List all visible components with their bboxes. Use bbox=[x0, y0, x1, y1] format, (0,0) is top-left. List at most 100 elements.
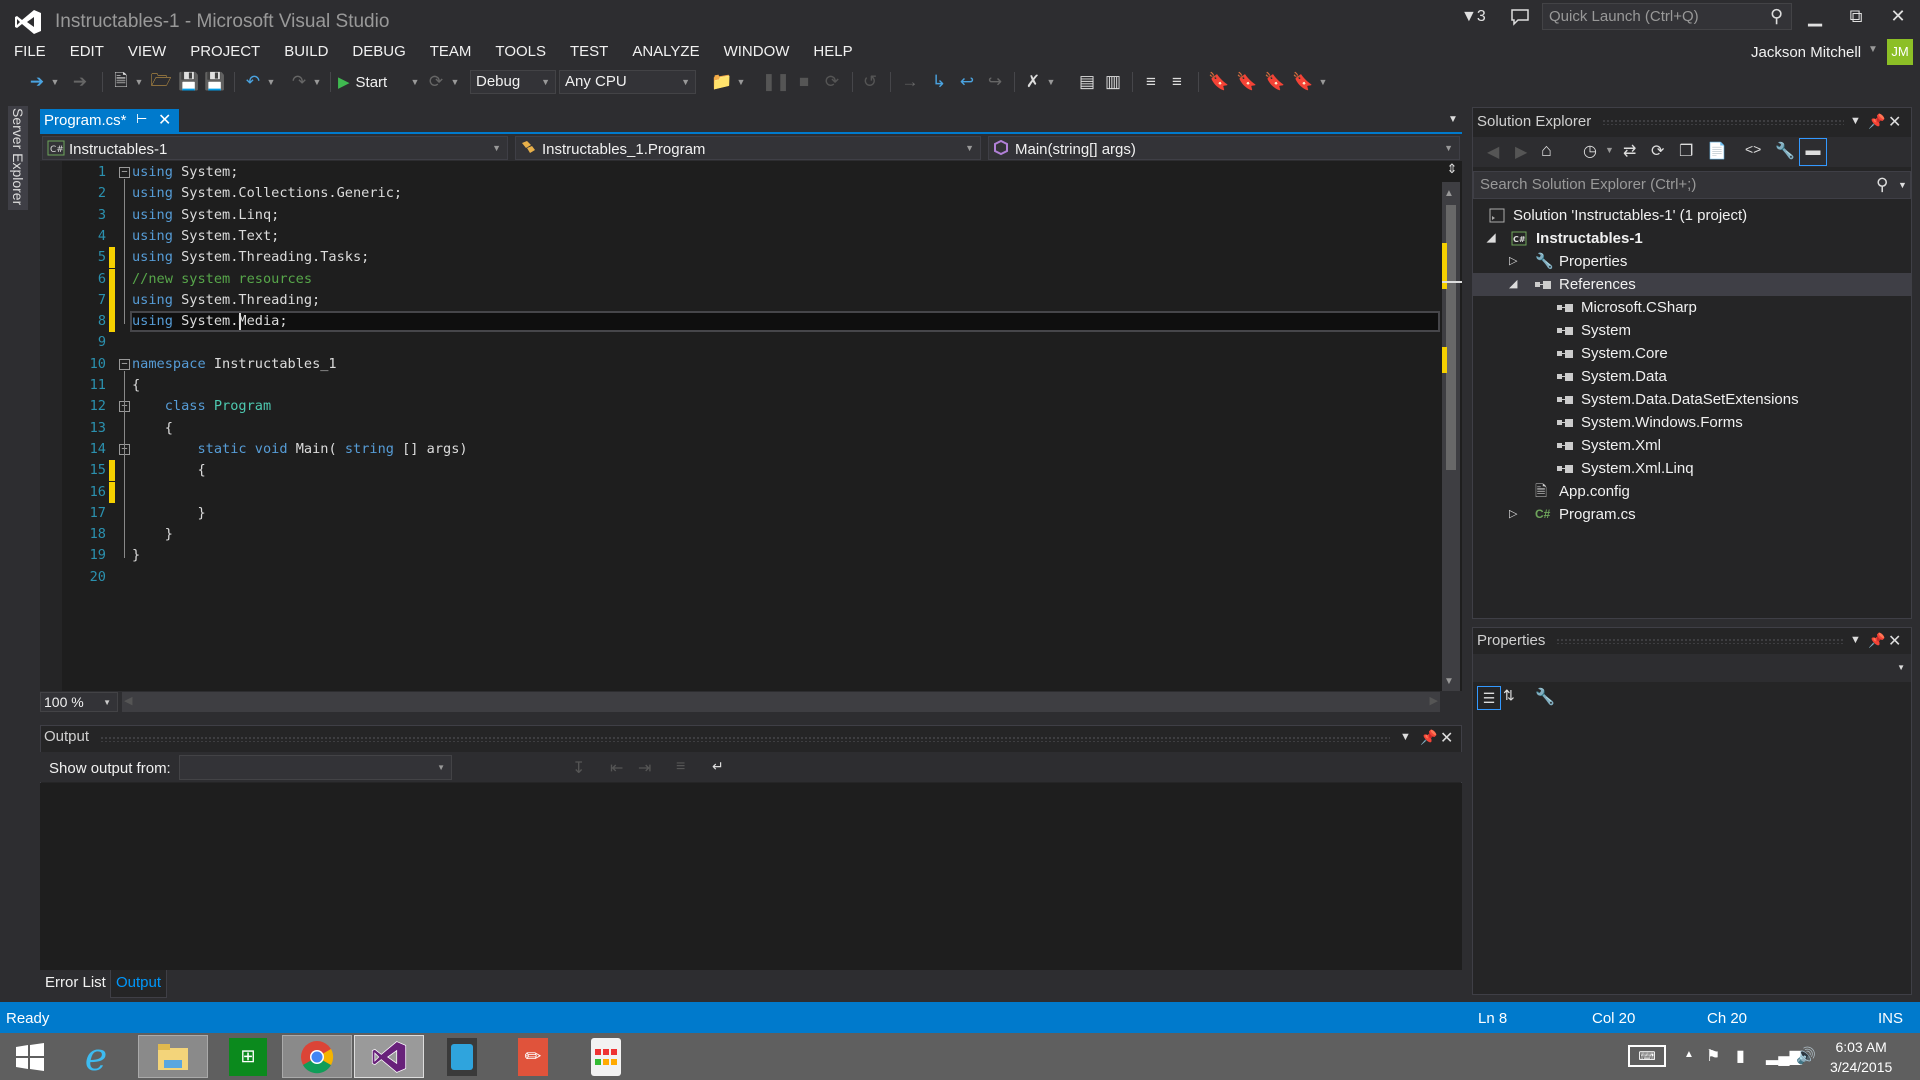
chevron-down-icon[interactable]: ▼ bbox=[50, 68, 60, 96]
refresh-icon[interactable]: ⟳ bbox=[426, 68, 446, 96]
tree-item-solution[interactable]: Solution 'Instructables-1' (1 project) bbox=[1473, 204, 1911, 227]
show-hidden-icons-icon[interactable]: ▲ bbox=[1684, 1049, 1694, 1060]
previous-message-icon[interactable]: ⇤ bbox=[610, 758, 623, 778]
tree-item-reference[interactable]: System.Data bbox=[1473, 365, 1911, 388]
tree-item-program-cs[interactable]: ▷ C# Program.cs bbox=[1473, 503, 1911, 526]
quick-launch-input[interactable]: Quick Launch (Ctrl+Q) bbox=[1542, 3, 1792, 30]
alphabetical-sort-icon[interactable]: ⇅ bbox=[1503, 687, 1515, 704]
toggle-word-wrap-icon[interactable]: ↵ bbox=[712, 758, 724, 775]
menu-build[interactable]: BUILD bbox=[270, 42, 338, 62]
window-position-icon[interactable]: ▼ bbox=[1400, 731, 1411, 743]
collapsed-triangle-icon[interactable]: ▷ bbox=[1509, 250, 1517, 273]
code-line[interactable]: 8 using System.Media; bbox=[0, 311, 1440, 333]
close-window-button[interactable]: ✕ bbox=[1880, 6, 1916, 30]
code-line[interactable]: 19} bbox=[0, 545, 1400, 566]
code-line[interactable]: 3 using System.Linq; bbox=[0, 205, 1400, 226]
sync-with-active-document-icon[interactable]: ⇄ bbox=[1623, 141, 1636, 161]
outdent-icon[interactable]: ≡ bbox=[1166, 68, 1188, 96]
show-output-from-select[interactable]: ▼ bbox=[179, 755, 452, 780]
step-over-icon[interactable]: ↩ bbox=[956, 68, 978, 96]
menu-debug[interactable]: DEBUG bbox=[338, 42, 415, 62]
collapse-all-icon[interactable]: ❐ bbox=[1679, 141, 1693, 161]
horizontal-scrollbar[interactable]: ◀ ▶ bbox=[122, 692, 1440, 712]
properties-object-select[interactable]: ▼ bbox=[1473, 654, 1911, 682]
open-file-icon[interactable]: 🗁 bbox=[150, 68, 172, 96]
windows-store-taskbar-icon[interactable]: ⊞ bbox=[222, 1035, 274, 1078]
solution-explorer-search-input[interactable]: Search Solution Explorer (Ctrl+;) bbox=[1473, 171, 1911, 199]
system-clock[interactable]: 6:03 AM 3/24/2015 bbox=[1830, 1037, 1892, 1077]
tree-item-reference[interactable]: System.Xml.Linq bbox=[1473, 457, 1911, 480]
save-all-icon[interactable]: 💾 bbox=[204, 68, 226, 96]
menu-help[interactable]: HELP bbox=[799, 42, 862, 62]
start-button[interactable] bbox=[4, 1035, 56, 1078]
pending-changes-filter-icon[interactable]: ◷ bbox=[1583, 141, 1597, 161]
feedback-icon[interactable] bbox=[1510, 8, 1530, 26]
minimize-button[interactable]: ▁ bbox=[1797, 6, 1833, 30]
collapsed-triangle-icon[interactable]: ▷ bbox=[1509, 503, 1517, 526]
code-line[interactable]: 16 bbox=[0, 481, 1400, 503]
navigate-forward-icon[interactable]: ➔ bbox=[70, 68, 90, 96]
stop-icon[interactable]: ■ bbox=[794, 68, 814, 96]
close-icon[interactable]: ✕ bbox=[158, 110, 171, 130]
code-line[interactable]: 18 } bbox=[0, 524, 1400, 545]
code-line[interactable]: 11 { bbox=[0, 375, 1400, 396]
tree-item-reference[interactable]: System bbox=[1473, 319, 1911, 342]
scroll-up-icon[interactable]: ▲ bbox=[1444, 188, 1454, 199]
panel-grip[interactable] bbox=[1556, 638, 1844, 644]
view-code-icon[interactable]: <> bbox=[1745, 141, 1761, 157]
tree-item-references[interactable]: ◢ References bbox=[1473, 273, 1911, 296]
navigate-back-icon[interactable]: ➔ bbox=[26, 68, 48, 96]
new-project-icon[interactable]: 🗎 bbox=[110, 68, 132, 96]
tree-item-reference[interactable]: System.Windows.Forms bbox=[1473, 411, 1911, 434]
menu-analyze[interactable]: ANALYZE bbox=[618, 42, 709, 62]
collapse-region-icon[interactable]: − bbox=[119, 358, 130, 370]
preview-selected-items-icon[interactable]: ▬ bbox=[1799, 138, 1827, 166]
menu-edit[interactable]: EDIT bbox=[56, 42, 114, 62]
categorized-icon[interactable]: ☰ bbox=[1477, 686, 1501, 710]
next-message-icon[interactable]: ⇥ bbox=[638, 758, 651, 778]
pin-icon[interactable]: 📌 bbox=[1868, 632, 1885, 649]
code-line[interactable]: 17 } bbox=[0, 503, 1400, 524]
chevron-down-icon[interactable]: ▼ bbox=[1605, 145, 1614, 155]
show-all-files-icon[interactable]: 📄 bbox=[1707, 141, 1727, 161]
chevron-down-icon[interactable]: ▼ bbox=[736, 68, 746, 96]
internet-explorer-taskbar-icon[interactable]: e bbox=[70, 1035, 122, 1079]
home-icon[interactable]: ⌂ bbox=[1541, 140, 1552, 161]
code-lines[interactable]: 1 using System; 2 using System.Collections.… bbox=[0, 161, 1440, 691]
code-line[interactable]: 15 { bbox=[0, 460, 1400, 482]
volume-icon[interactable]: 🔊 bbox=[1796, 1046, 1816, 1066]
code-line[interactable]: 1 using System; bbox=[0, 162, 1400, 183]
collapse-region-icon[interactable]: − bbox=[119, 167, 130, 178]
menu-tools[interactable]: TOOLS bbox=[481, 42, 556, 62]
split-window-handle-icon[interactable]: ⇕ bbox=[1442, 161, 1462, 182]
notifications-button[interactable]: ▼3 bbox=[1461, 8, 1486, 26]
code-line[interactable]: 20 bbox=[0, 567, 1400, 588]
redo-icon[interactable]: ↷ bbox=[288, 68, 310, 96]
tree-item-reference[interactable]: System.Data.DataSetExtensions bbox=[1473, 388, 1911, 411]
code-line[interactable]: 7 using System.Threading; bbox=[0, 289, 1400, 311]
search-options-dropdown-icon[interactable]: ▼ bbox=[1898, 180, 1907, 190]
action-center-flag-icon[interactable]: ⚑ bbox=[1706, 1046, 1720, 1066]
tree-item-reference[interactable]: System.Xml bbox=[1473, 434, 1911, 457]
hot-reload-icon[interactable]: ↺ bbox=[860, 68, 880, 96]
tree-item-reference[interactable]: System.Core bbox=[1473, 342, 1911, 365]
toolbar-overflow-icon[interactable]: ▼ bbox=[1318, 68, 1328, 96]
close-icon[interactable]: ✕ bbox=[1440, 728, 1453, 748]
scrollbar-thumb[interactable] bbox=[1446, 205, 1456, 470]
menu-test[interactable]: TEST bbox=[556, 42, 618, 62]
search-icon[interactable]: ⚲ bbox=[1770, 6, 1783, 27]
window-position-icon[interactable]: ▼ bbox=[1850, 634, 1861, 646]
battery-icon[interactable]: ▮ bbox=[1736, 1046, 1745, 1066]
chevron-down-icon[interactable]: ▼ bbox=[266, 68, 276, 96]
code-line[interactable]: 2 using System.Collections.Generic; bbox=[0, 183, 1400, 204]
chrome-taskbar-icon[interactable] bbox=[282, 1035, 352, 1078]
chevron-down-icon[interactable]: ▼ bbox=[312, 68, 322, 96]
chevron-down-icon[interactable]: ▼ bbox=[1868, 44, 1878, 55]
properties-wrench-icon[interactable]: 🔧 bbox=[1775, 141, 1795, 161]
comment-out-icon[interactable]: ▤ bbox=[1076, 68, 1098, 96]
code-line[interactable]: 12 class Program bbox=[0, 396, 1400, 417]
forward-icon[interactable]: ▶ bbox=[1515, 142, 1527, 162]
code-line[interactable]: 9 bbox=[0, 332, 1400, 353]
code-line[interactable]: 5 using System.Threading.Tasks; bbox=[0, 247, 1400, 269]
code-line[interactable]: 14 static void Main( string [] args) bbox=[0, 439, 1400, 460]
